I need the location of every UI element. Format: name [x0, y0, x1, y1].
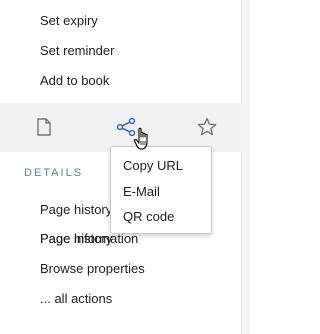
- hand-cursor-icon: [133, 127, 148, 150]
- add-to-book-link[interactable]: Add to book: [40, 73, 109, 88]
- page-icon[interactable]: [30, 113, 58, 141]
- set-expiry-link[interactable]: Set expiry: [40, 13, 98, 28]
- page-history-link[interactable]: Page history: [40, 202, 112, 217]
- browse-properties-link[interactable]: Browse properties: [40, 261, 145, 276]
- all-actions-link[interactable]: ... all actions: [40, 291, 112, 306]
- details-heading: DETAILS: [24, 167, 84, 179]
- star-icon[interactable]: [193, 113, 221, 141]
- set-reminder-link[interactable]: Set reminder: [40, 43, 114, 58]
- scrollbar[interactable]: [242, 0, 250, 334]
- action-icon-bar: [0, 103, 242, 152]
- copy-url-option[interactable]: Copy URL: [123, 158, 183, 173]
- email-option[interactable]: E-Mail: [123, 184, 160, 199]
- share-menu-popup: Copy URL E-Mail QR code: [110, 146, 212, 234]
- qr-code-option[interactable]: QR code: [123, 209, 174, 224]
